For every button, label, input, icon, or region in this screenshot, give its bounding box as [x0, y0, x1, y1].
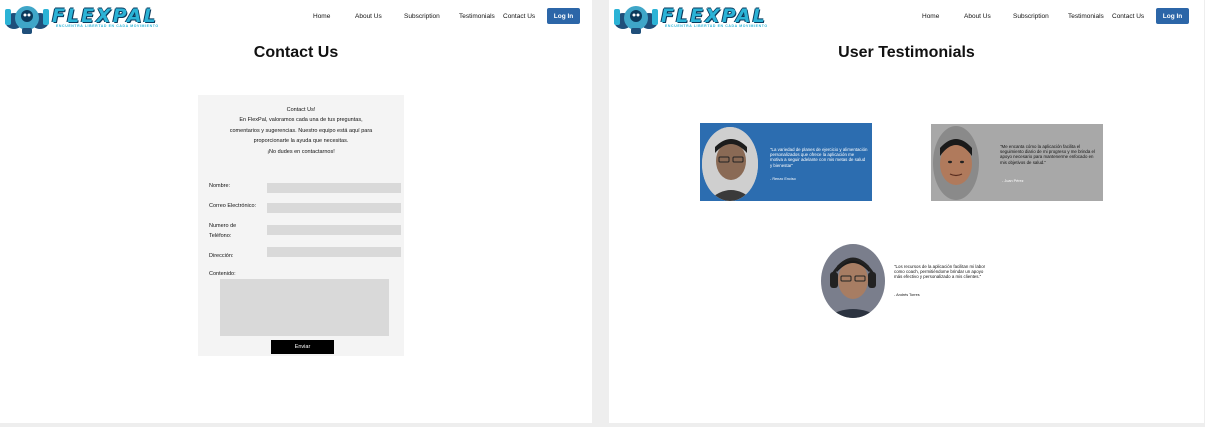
address-field[interactable]	[267, 247, 401, 257]
nav-home[interactable]: Home	[922, 13, 939, 20]
email-field[interactable]	[267, 203, 401, 213]
nav-about-us[interactable]: About Us	[355, 13, 382, 20]
testimonial-author: - Juan Pérez	[1002, 179, 1024, 183]
nav-subscription[interactable]: Subscription	[1013, 13, 1049, 20]
testimonial-author: - Andrés Torres	[894, 293, 920, 297]
brand-tagline: ENCUENTRA LIBERTAD EN CADA MOVIMIENTO	[56, 24, 159, 28]
testimonial-card: "La variedad de planes de ejercicio y al…	[700, 123, 872, 201]
testimonial-author: - Renzo Enciso	[770, 177, 796, 181]
intro-heading: Contact Us!	[286, 107, 316, 113]
nav-testimonials[interactable]: Testimonials	[1068, 13, 1104, 20]
address-label: Dirección:	[209, 253, 234, 259]
avatar	[821, 244, 885, 318]
mascot-logo-icon	[5, 6, 49, 34]
user-photo-icon	[821, 244, 885, 318]
nav-home[interactable]: Home	[313, 13, 330, 20]
brand-tagline: ENCUENTRA LIBERTAD EN CADA MOVIMIENTO	[665, 24, 768, 28]
brand-logo[interactable]	[4, 1, 50, 35]
intro-line: ¡No dudes en contactarnos!	[267, 148, 335, 155]
user-photo-icon	[933, 126, 979, 200]
brand-logo[interactable]	[613, 1, 659, 35]
testimonial-quote: "Me encanta cómo la aplicación facilita …	[1000, 144, 1095, 165]
nav-testimonials[interactable]: Testimonials	[459, 13, 495, 20]
phone-field[interactable]	[267, 225, 401, 235]
content-label: Contenido:	[209, 271, 236, 277]
phone-label-line: Teléfono:	[209, 233, 232, 239]
nav-contact-us[interactable]: Contact Us	[503, 13, 535, 20]
page-title: User Testimonials	[838, 44, 975, 61]
testimonials-page: FLEXPAL ENCUENTRA LIBERTAD EN CADA MOVIM…	[609, 0, 1204, 423]
page-title: Contact Us	[253, 44, 339, 61]
nav-contact-us[interactable]: Contact Us	[1112, 13, 1144, 20]
name-field[interactable]	[267, 183, 401, 193]
testimonial-quote: "Los recursos de la aplicación facilitan…	[894, 264, 986, 280]
login-button[interactable]: Log In	[1156, 8, 1189, 24]
nav-about-us[interactable]: About Us	[964, 13, 991, 20]
intro-line: comentarios y sugerencias. Nuestro equip…	[229, 127, 373, 134]
testimonial-quote: "La variedad de planes de ejercicio y al…	[770, 147, 868, 168]
avatar	[933, 126, 979, 200]
submit-button[interactable]: Enviar	[271, 340, 334, 354]
intro-line: proporcionarte la ayuda que necesitas.	[253, 138, 349, 145]
content-textarea[interactable]	[220, 279, 389, 336]
mascot-logo-icon	[614, 6, 658, 34]
contact-intro: Contact Us! En FlexPal, valoramos cada u…	[198, 105, 404, 157]
login-button[interactable]: Log In	[547, 8, 580, 24]
user-photo-icon	[702, 127, 758, 201]
intro-line: En FlexPal, valoramos cada una de tus pr…	[239, 117, 363, 124]
testimonial-card: "Me encanta cómo la aplicación facilita …	[931, 124, 1103, 201]
contact-page: FLEXPAL ENCUENTRA LIBERTAD EN CADA MOVIM…	[0, 0, 592, 423]
phone-label: Numero de Teléfono:	[209, 221, 236, 241]
name-label: Nombre:	[209, 183, 231, 189]
nav-subscription[interactable]: Subscription	[404, 13, 440, 20]
avatar	[702, 127, 758, 201]
testimonial-card: "Los recursos de la aplicación facilitan…	[821, 244, 1001, 320]
phone-label-line: Numero de	[209, 223, 237, 229]
contact-form: Contact Us! En FlexPal, valoramos cada u…	[198, 95, 404, 356]
email-label: Correo Electrónico:	[209, 203, 257, 209]
